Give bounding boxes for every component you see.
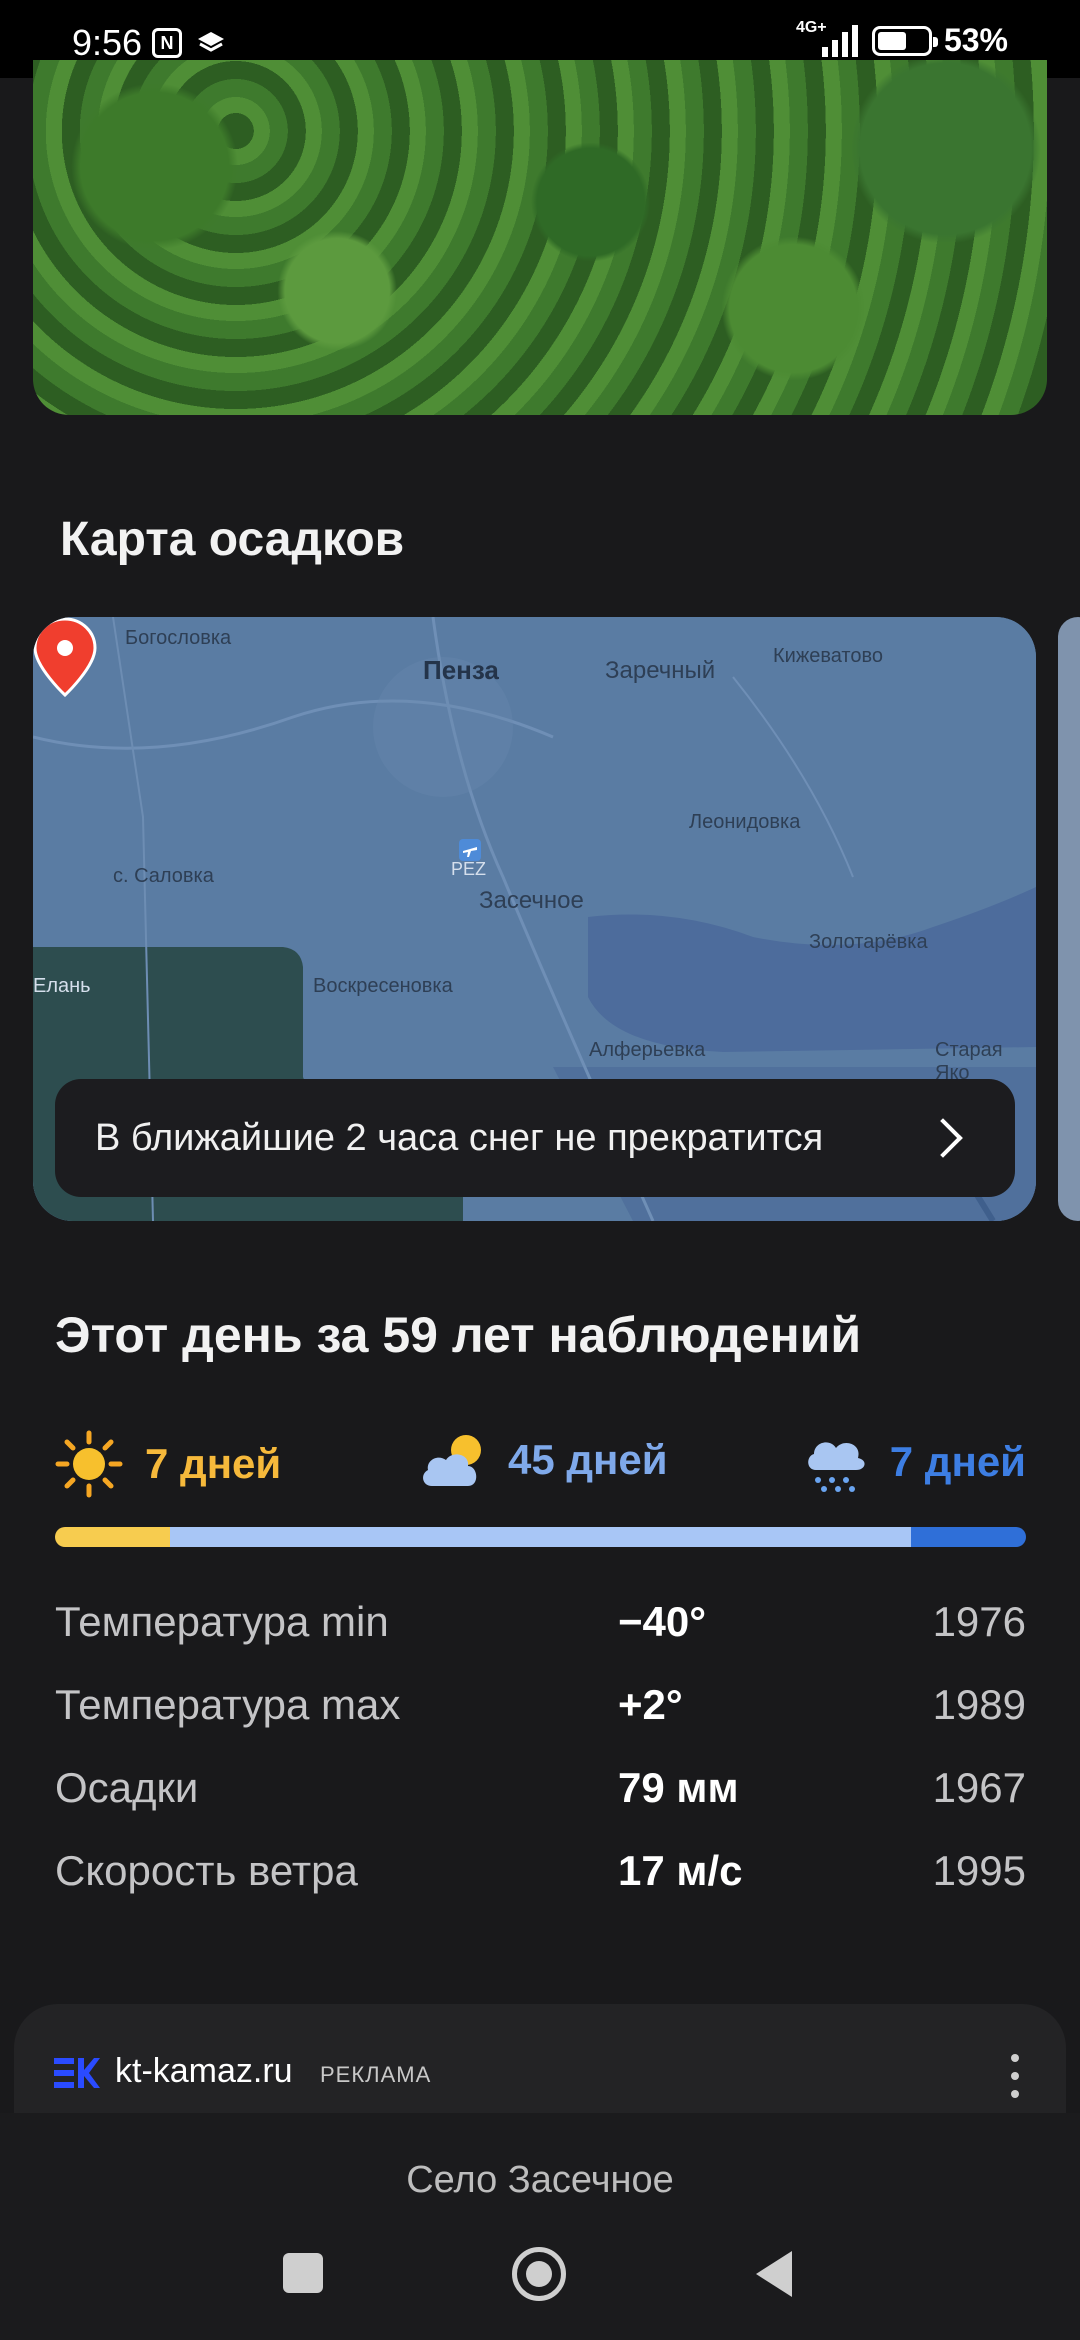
record-value: +2°	[618, 1681, 683, 1728]
history-title: Этот день за 59 лет наблюдений	[55, 1307, 862, 1363]
snowy-bar-segment	[910, 1527, 1026, 1547]
precipitation-map-title: Карта осадков	[60, 513, 405, 566]
bottom-bar: Село Засечное	[0, 2113, 1080, 2340]
signal-icon: 4G+	[796, 19, 860, 59]
record-row: Осадки 79 мм 1967	[55, 1764, 1026, 1847]
record-label: Скорость ветра	[55, 1847, 358, 1894]
map-label-zolotarevka: Золотарёвка	[809, 931, 928, 953]
record-year: 1967	[932, 1764, 1026, 1811]
record-row: Температура max +2° 1989	[55, 1681, 1026, 1764]
snowy-days-stat: 7 дней	[804, 1430, 1026, 1494]
layers-icon	[198, 32, 224, 52]
airport-icon	[459, 839, 481, 861]
map-label-salovka: с. Саловка	[113, 865, 214, 887]
location-name[interactable]: Село Засечное	[0, 2159, 1080, 2202]
location-pin-icon	[33, 617, 97, 697]
ad-tag: РЕКЛАМА	[320, 2062, 432, 2087]
map-label-zarechny: Заречный	[605, 657, 716, 684]
day-type-stats: 7 дней 45 дней 7 дней	[55, 1430, 1026, 1500]
sunny-days-label: 7 дней	[145, 1440, 282, 1487]
record-value: 79 мм	[618, 1764, 739, 1811]
cloud-sun-icon	[423, 1435, 481, 1486]
record-row: Скорость ветра 17 м/с 1995	[55, 1847, 1026, 1930]
map-label-kizhevatovo: Кижеватово	[773, 645, 883, 667]
record-year: 1995	[932, 1847, 1026, 1894]
status-icons-right: 4G+ 53%	[796, 19, 1008, 59]
battery-icon	[871, 25, 938, 56]
battery-percent: 53%	[943, 22, 1008, 58]
network-type: 4G+	[795, 18, 827, 36]
record-value: −40°	[618, 1598, 707, 1645]
map-label-alferyevka: Алферьевка	[589, 1039, 706, 1061]
record-label: Осадки	[55, 1764, 199, 1811]
recent-apps-button[interactable]	[283, 2253, 323, 2293]
record-label: Температура max	[55, 1681, 401, 1728]
precipitation-forecast-banner[interactable]: В ближайшие 2 часа снег не прекратится	[55, 1079, 1015, 1197]
more-options-icon[interactable]	[1010, 2054, 1020, 2098]
map-label-voskresenovka: Воскресеновка	[313, 975, 453, 997]
cloudy-bar-segment	[170, 1527, 911, 1547]
ad-domain[interactable]: kt-kamaz.ru	[115, 2052, 293, 2091]
map-label-zasechnoe: Засечное	[479, 887, 584, 914]
weather-photo[interactable]	[33, 60, 1047, 415]
snow-cloud-icon	[807, 1442, 865, 1492]
cloudy-days-label: 45 дней	[508, 1436, 668, 1483]
back-button[interactable]	[756, 2251, 792, 2297]
record-year: 1976	[932, 1598, 1026, 1645]
status-icons-left: N	[152, 28, 226, 58]
sun-icon	[55, 1430, 123, 1498]
map-label-penza: Пенза	[423, 655, 499, 685]
cloudy-days-stat: 45 дней	[418, 1430, 668, 1490]
next-map-card[interactable]	[1058, 617, 1080, 1221]
record-year: 1989	[932, 1681, 1026, 1728]
sunny-bar-segment	[55, 1527, 171, 1547]
precipitation-map[interactable]: Богословка Пенза Заречный Кижеватово PEZ…	[33, 617, 1036, 1221]
record-label: Температура min	[55, 1598, 389, 1645]
home-button[interactable]	[512, 2247, 566, 2301]
records-table: Температура min −40° 1976 Температура ma…	[55, 1598, 1026, 1930]
map-label-pez: PEZ	[451, 859, 487, 879]
status-time: 9:56	[72, 22, 143, 63]
precipitation-forecast-text: В ближайшие 2 часа снег не прекратится	[95, 1116, 824, 1159]
day-type-bar	[55, 1527, 1026, 1547]
sunny-days-stat: 7 дней	[55, 1430, 281, 1498]
kamaz-logo-icon	[54, 2058, 100, 2088]
record-row: Температура min −40° 1976	[55, 1598, 1026, 1681]
nfc-icon: N	[152, 28, 182, 58]
snowy-days-label: 7 дней	[889, 1438, 1026, 1485]
map-label-bogoslovka: Богословка	[125, 627, 232, 649]
record-value: 17 м/с	[618, 1847, 743, 1894]
map-label-elan: Елань	[33, 975, 91, 997]
map-label-leonidovka: Леонидовка	[689, 811, 801, 833]
chevron-right-icon	[923, 1118, 963, 1158]
